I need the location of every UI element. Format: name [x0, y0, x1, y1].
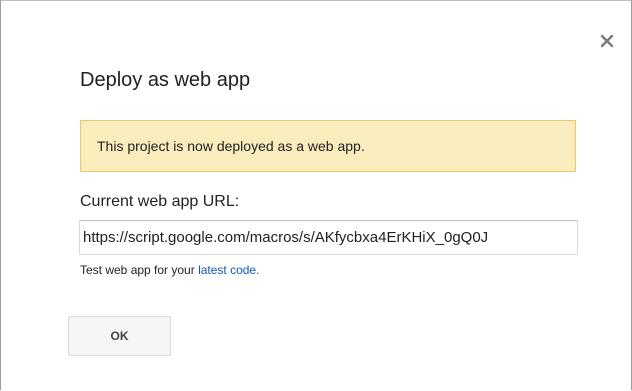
test-hint: Test web app for your latest code. — [80, 263, 259, 277]
dialog-title: Deploy as web app — [80, 69, 251, 91]
close-icon[interactable] — [597, 31, 617, 51]
web-app-url-field[interactable] — [79, 220, 578, 255]
test-hint-text: Test web app for your — [80, 263, 199, 277]
deploy-dialog: Deploy as web app This project is now de… — [0, 0, 632, 390]
url-label: Current web app URL: — [80, 193, 240, 210]
latest-code-link[interactable]: latest code. — [198, 263, 259, 277]
deployed-notice: This project is now deployed as a web ap… — [80, 120, 576, 172]
ok-button[interactable]: OK — [68, 316, 171, 356]
deployed-notice-text: This project is now deployed as a web ap… — [97, 138, 365, 154]
